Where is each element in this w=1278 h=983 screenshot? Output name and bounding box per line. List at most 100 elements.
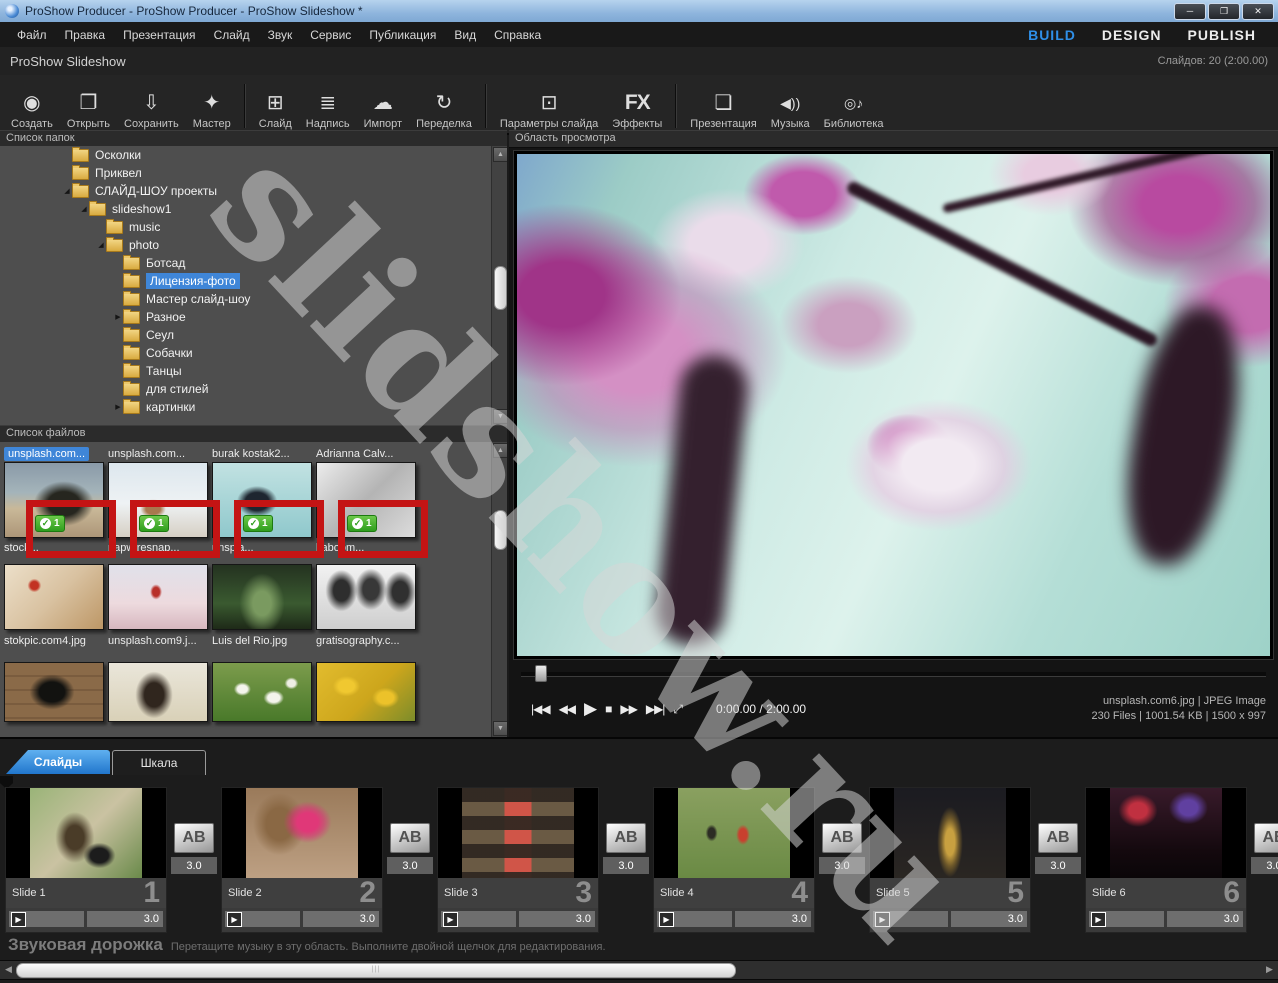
expand-arrow-icon[interactable]: ◢	[96, 241, 106, 249]
transition-ab-icon[interactable]: AB	[822, 823, 862, 853]
file-item[interactable]	[316, 662, 416, 722]
mode-publish[interactable]: PUBLISH	[1188, 27, 1256, 43]
scroll-left-icon[interactable]: ◀	[2, 963, 15, 976]
transition-widget[interactable]: AB 3.0	[1031, 823, 1085, 933]
slide-duration[interactable]: 3.0	[303, 911, 380, 927]
music-button[interactable]: ◀)) Музыка	[764, 82, 817, 130]
slide-play-button[interactable]: ▶	[225, 911, 300, 927]
scrollbar-thumb[interactable]	[494, 266, 507, 310]
folder-item[interactable]: Ботсад	[0, 254, 507, 272]
seek-handle[interactable]	[535, 665, 547, 682]
seek-track[interactable]	[521, 672, 1266, 677]
transition-duration[interactable]: 3.0	[1035, 857, 1081, 874]
wizard-button[interactable]: ✦ Мастер	[186, 82, 238, 130]
slide-card[interactable]: Slide 22 ▶3.0	[221, 787, 383, 933]
folder-item[interactable]: Осколки	[0, 146, 507, 164]
rewind-icon[interactable]: ◀◀	[559, 702, 575, 716]
scrollbar-thumb[interactable]	[494, 510, 507, 550]
transition-widget[interactable]: AB 3.0	[599, 823, 653, 933]
slide-card[interactable]: Slide 33 ▶3.0	[437, 787, 599, 933]
slide-thumbnail[interactable]	[438, 788, 598, 878]
menu-edit[interactable]: Правка	[56, 28, 115, 42]
folder-item[interactable]: Сеул	[0, 326, 507, 344]
transition-duration[interactable]: 3.0	[1251, 857, 1278, 874]
folder-item[interactable]: ▶Разное	[0, 308, 507, 326]
fullscreen-icon[interactable]: ⤢	[673, 702, 682, 717]
file-name[interactable]: unsplash.com...	[108, 448, 185, 460]
file-list-scrollbar[interactable]: ▲ ▼	[491, 442, 507, 737]
transition-duration[interactable]: 3.0	[387, 857, 433, 874]
folder-item[interactable]: Приквел	[0, 164, 507, 182]
slide-card[interactable]: Slide 11 ▶3.0	[5, 787, 167, 933]
file-thumbnail[interactable]	[4, 662, 104, 722]
slide-card[interactable]: Slide 55 ▶3.0	[869, 787, 1031, 933]
slide-play-button[interactable]: ▶	[1089, 911, 1164, 927]
transition-duration[interactable]: 3.0	[171, 857, 217, 874]
folder-tree-scrollbar[interactable]: ▲ ▼	[491, 146, 507, 425]
folder-item[interactable]: для стилей	[0, 380, 507, 398]
collapse-arrow-icon[interactable]: ▶	[113, 403, 123, 411]
file-name[interactable]: unsplash.com9.j...	[108, 635, 208, 647]
seek-bar[interactable]	[513, 664, 1274, 680]
slide-play-button[interactable]: ▶	[441, 911, 516, 927]
preview-image[interactable]	[517, 154, 1270, 656]
file-thumbnail[interactable]	[316, 662, 416, 722]
menu-audio[interactable]: Звук	[259, 28, 302, 42]
minimize-button[interactable]: ─	[1174, 3, 1206, 20]
slide-thumbnail[interactable]	[222, 788, 382, 878]
transition-ab-icon[interactable]: AB	[390, 823, 430, 853]
horizontal-scrollbar[interactable]: ◀ ||| ▶	[0, 960, 1278, 980]
transition-ab-icon[interactable]: AB	[606, 823, 646, 853]
import-button[interactable]: ☁ Импорт	[357, 82, 409, 130]
folder-item[interactable]: ▶картинки	[0, 398, 507, 416]
menu-publication[interactable]: Публикация	[360, 28, 445, 42]
sound-track-area[interactable]: Звуковая дорожка Перетащите музыку в эту…	[8, 935, 606, 955]
folder-item[interactable]: Танцы	[0, 362, 507, 380]
effects-button[interactable]: FX Эффекты	[605, 82, 669, 130]
open-show-button[interactable]: ❐ Открыть	[60, 82, 117, 130]
file-item[interactable]: stokpic.com4.jpg	[4, 564, 104, 647]
file-name[interactable]: burak kostak2...	[212, 448, 290, 460]
file-item[interactable]: Luis del Rio.jpg	[212, 564, 312, 647]
scroll-down-icon[interactable]: ▼	[493, 409, 507, 424]
skip-start-icon[interactable]: |◀◀	[531, 702, 550, 716]
slide-card[interactable]: Slide 66 ▶3.0	[1085, 787, 1247, 933]
file-item[interactable]: ✓1 napwiresnap...	[108, 462, 208, 554]
file-item[interactable]	[4, 662, 104, 722]
slide-duration[interactable]: 3.0	[1167, 911, 1244, 927]
tab-slides[interactable]: Слайды	[6, 750, 110, 774]
transition-ab-icon[interactable]: AB	[1038, 823, 1078, 853]
folder-item[interactable]: ◢slideshow1	[0, 200, 507, 218]
play-icon[interactable]: ▶	[584, 699, 596, 719]
file-thumbnail[interactable]	[212, 662, 312, 722]
scroll-right-icon[interactable]: ▶	[1263, 963, 1276, 976]
folder-item[interactable]: ◢СЛАЙД-ШОУ проекты	[0, 182, 507, 200]
slide-play-button[interactable]: ▶	[657, 911, 732, 927]
file-name[interactable]: Luis del Rio.jpg	[212, 635, 312, 647]
transition-duration[interactable]: 3.0	[819, 857, 865, 874]
scroll-down-icon[interactable]: ▼	[493, 721, 507, 736]
file-name[interactable]: Adrianna Calv...	[316, 448, 393, 460]
expand-arrow-icon[interactable]: ◢	[79, 205, 89, 213]
scrollbar-thumb[interactable]: |||	[16, 963, 736, 978]
stop-icon[interactable]: ■	[605, 702, 611, 716]
transition-widget[interactable]: AB 3.0	[383, 823, 437, 933]
fast-forward-icon[interactable]: ▶▶	[620, 702, 636, 716]
folder-item-selected[interactable]: Лицензия-фото	[0, 272, 507, 290]
file-item[interactable]	[108, 662, 208, 722]
transition-ab-icon[interactable]: AB	[1254, 823, 1278, 853]
slide-card[interactable]: Slide 44 ▶3.0	[653, 787, 815, 933]
folder-item[interactable]: music	[0, 218, 507, 236]
close-button[interactable]: ✕	[1242, 3, 1274, 20]
menu-show[interactable]: Презентация	[114, 28, 205, 42]
tab-timeline[interactable]: Шкала	[112, 750, 206, 775]
save-show-button[interactable]: ⇩ Сохранить	[117, 82, 186, 130]
menu-slide[interactable]: Слайд	[205, 28, 259, 42]
file-thumbnail[interactable]	[212, 564, 312, 630]
file-item[interactable]: ✓1 kaboom...	[316, 462, 416, 554]
file-thumbnail[interactable]	[108, 564, 208, 630]
transition-ab-icon[interactable]: AB	[174, 823, 214, 853]
file-thumbnail[interactable]	[4, 564, 104, 630]
menu-help[interactable]: Справка	[485, 28, 550, 42]
file-item[interactable]: gratisography.c...	[316, 564, 416, 647]
